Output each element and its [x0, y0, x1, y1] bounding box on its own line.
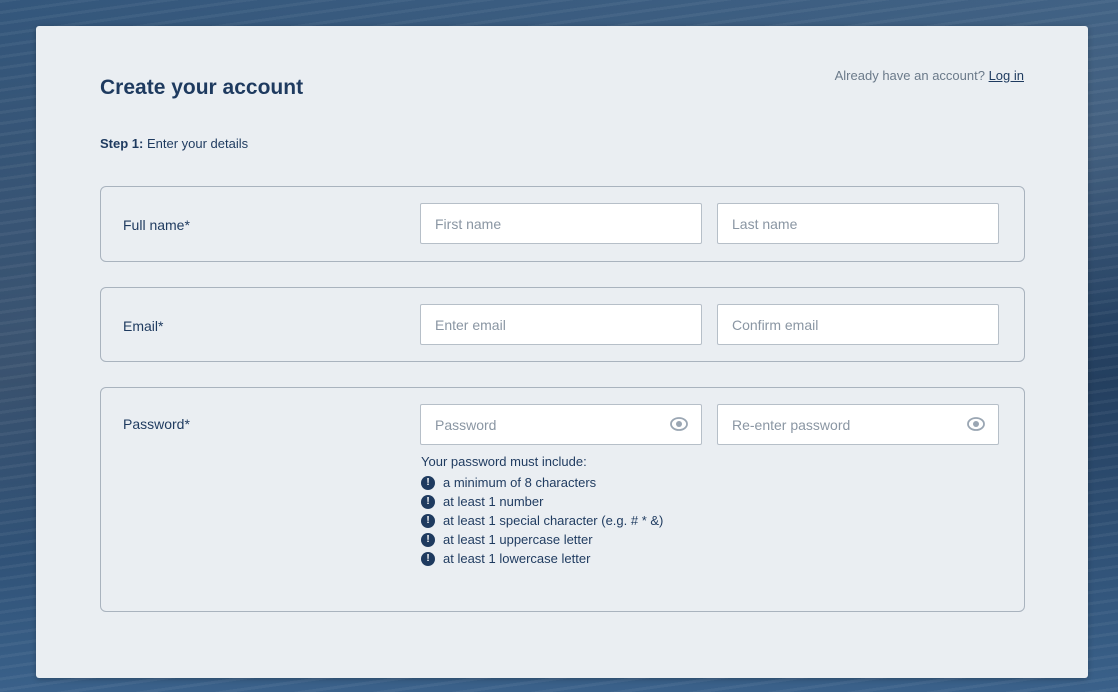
first-name-input[interactable]: [420, 203, 702, 244]
eye-icon[interactable]: [967, 416, 985, 432]
exclamation-circle-icon: !: [421, 494, 435, 509]
exclamation-circle-icon: !: [421, 475, 435, 490]
reenter-password-field-wrapper: [717, 404, 999, 445]
password-rule: ! at least 1 lowercase letter: [421, 549, 663, 568]
password-section: Password* Your password must include: ! …: [100, 387, 1025, 612]
full-name-label: Full name*: [123, 217, 190, 233]
login-prompt: Already have an account? Log in: [835, 68, 1024, 83]
password-rule-text: a minimum of 8 characters: [443, 475, 597, 490]
password-field-wrapper: [420, 404, 702, 445]
email-label: Email*: [123, 318, 164, 334]
password-input[interactable]: [420, 404, 702, 445]
password-requirements: Your password must include: ! a minimum …: [421, 454, 663, 568]
signup-card: Create your account Already have an acco…: [36, 26, 1088, 678]
email-section: Email*: [100, 287, 1025, 362]
step-text: Enter your details: [143, 136, 249, 151]
password-rule-text: at least 1 special character (e.g. # * &…: [443, 513, 664, 528]
eye-icon[interactable]: [670, 416, 688, 432]
password-rule-text: at least 1 uppercase letter: [443, 532, 593, 547]
password-requirements-heading: Your password must include:: [421, 454, 587, 469]
exclamation-circle-icon: !: [421, 532, 435, 547]
full-name-section: Full name*: [100, 186, 1025, 262]
password-label: Password*: [123, 416, 190, 432]
exclamation-circle-icon: !: [421, 551, 435, 566]
password-rule-text: at least 1 lowercase letter: [443, 551, 591, 566]
page-title: Create your account: [100, 76, 304, 99]
reenter-password-input[interactable]: [717, 404, 999, 445]
login-prompt-text: Already have an account?: [834, 68, 985, 83]
password-rule: ! a minimum of 8 characters: [421, 473, 663, 492]
password-rule-text: at least 1 number: [443, 494, 544, 509]
confirm-email-input[interactable]: [717, 304, 999, 345]
login-link[interactable]: Log in: [989, 68, 1024, 83]
step-number: Step 1:: [100, 136, 144, 151]
password-rule: ! at least 1 special character (e.g. # *…: [421, 511, 663, 530]
exclamation-circle-icon: !: [421, 513, 435, 528]
step-indicator: Step 1: Enter your details: [100, 136, 248, 151]
password-rule: ! at least 1 number: [421, 492, 663, 511]
email-input[interactable]: [420, 304, 702, 345]
last-name-input[interactable]: [717, 203, 999, 244]
password-rule: ! at least 1 uppercase letter: [421, 530, 663, 549]
